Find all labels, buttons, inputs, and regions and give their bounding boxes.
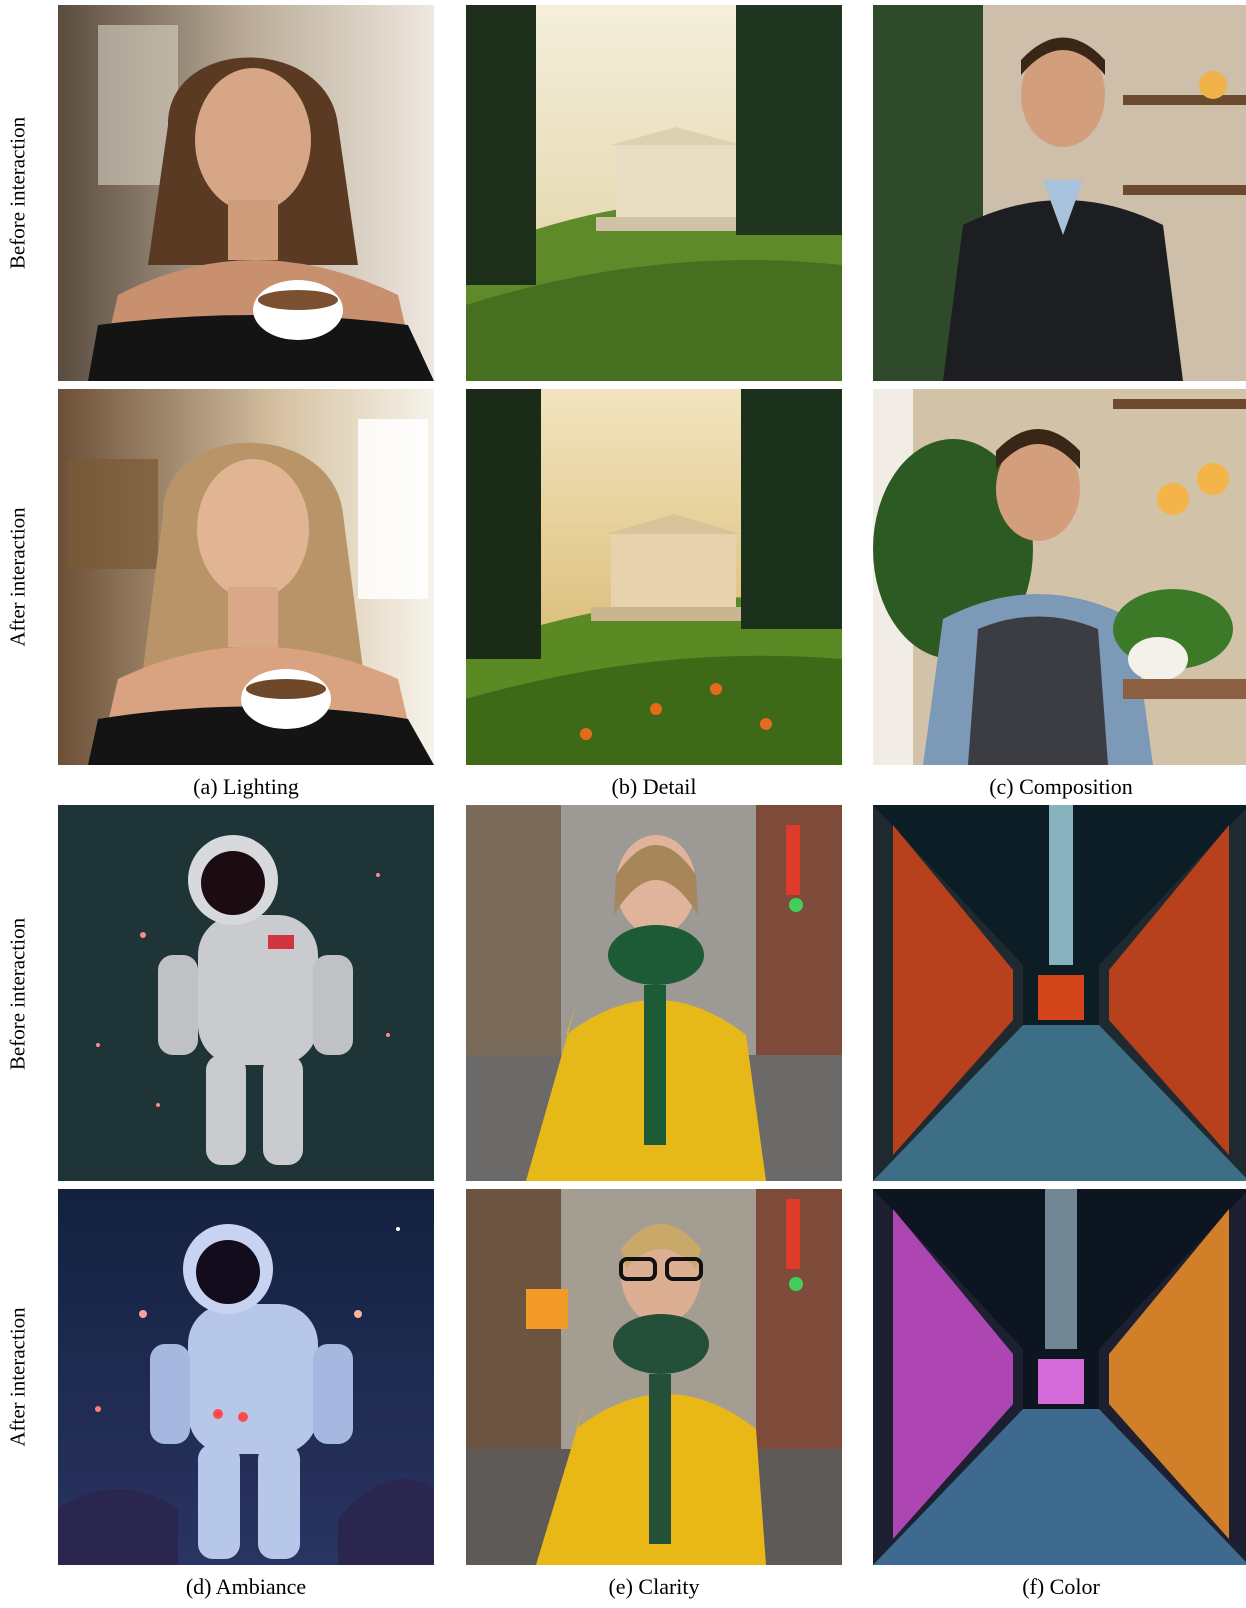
image-color-after <box>873 1189 1246 1565</box>
caption-ambiance: (d) Ambiance <box>185 1574 307 1599</box>
caption-lighting: (a) Lighting <box>193 774 299 799</box>
caption-detail: (b) Detail <box>611 774 697 799</box>
image-ambiance-after <box>58 1189 434 1565</box>
caption-color: (f) Color <box>1022 1574 1100 1599</box>
caption-clarity: (e) Clarity <box>608 1574 700 1599</box>
caption-composition: (c) Composition <box>989 774 1133 799</box>
image-lighting-before <box>58 5 434 381</box>
image-composition-before <box>873 5 1246 381</box>
image-composition-after <box>873 389 1246 765</box>
image-clarity-before <box>466 805 842 1181</box>
image-detail-before <box>466 5 842 381</box>
image-detail-after <box>466 389 842 765</box>
image-ambiance-before <box>58 805 434 1181</box>
image-lighting-after <box>58 389 434 765</box>
image-clarity-after <box>466 1189 842 1565</box>
image-color-before <box>873 805 1246 1181</box>
